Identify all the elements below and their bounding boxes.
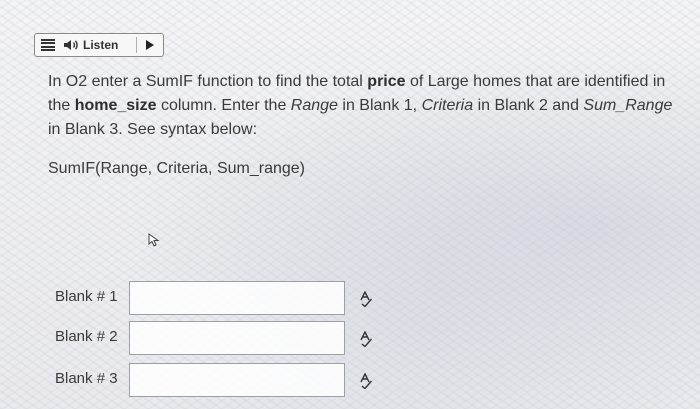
syntax-text: SumIF(Range, Criteria, Sum_range) bbox=[48, 160, 305, 177]
spellcheck-icon[interactable] bbox=[359, 331, 373, 347]
blank-2-input[interactable] bbox=[129, 321, 345, 355]
blank-label-3: Blank # 3 bbox=[55, 370, 118, 387]
spellcheck-icon[interactable] bbox=[359, 291, 373, 307]
blank-label-2: Blank # 2 bbox=[55, 328, 118, 345]
spellcheck-icon[interactable] bbox=[359, 373, 373, 389]
speaker-icon[interactable] bbox=[63, 38, 81, 52]
blank-row-3: Blank # 3 bbox=[55, 363, 395, 406]
keyword-criteria: Criteria bbox=[421, 97, 474, 114]
blank-row-2: Blank # 2 bbox=[55, 321, 395, 364]
blank-label-1: Blank # 1 bbox=[55, 288, 118, 305]
blank-row-1: Blank # 1 bbox=[55, 281, 395, 324]
mouse-cursor-icon bbox=[148, 233, 160, 247]
question-text: In O2 enter a SumIF function to find the… bbox=[48, 73, 673, 138]
blank-1-input[interactable] bbox=[129, 281, 345, 315]
keyword-home-size: home_size bbox=[74, 97, 157, 114]
toolbar-divider bbox=[136, 37, 137, 53]
menu-icon[interactable] bbox=[41, 39, 55, 51]
listen-toolbar[interactable]: Listen bbox=[34, 33, 164, 57]
keyword-price: price bbox=[367, 73, 406, 90]
play-icon[interactable] bbox=[146, 40, 154, 50]
listen-button[interactable]: Listen bbox=[83, 38, 118, 52]
keyword-sum-range: Sum_Range bbox=[583, 97, 673, 114]
keyword-range: Range bbox=[290, 97, 338, 114]
blank-3-input[interactable] bbox=[129, 363, 345, 397]
